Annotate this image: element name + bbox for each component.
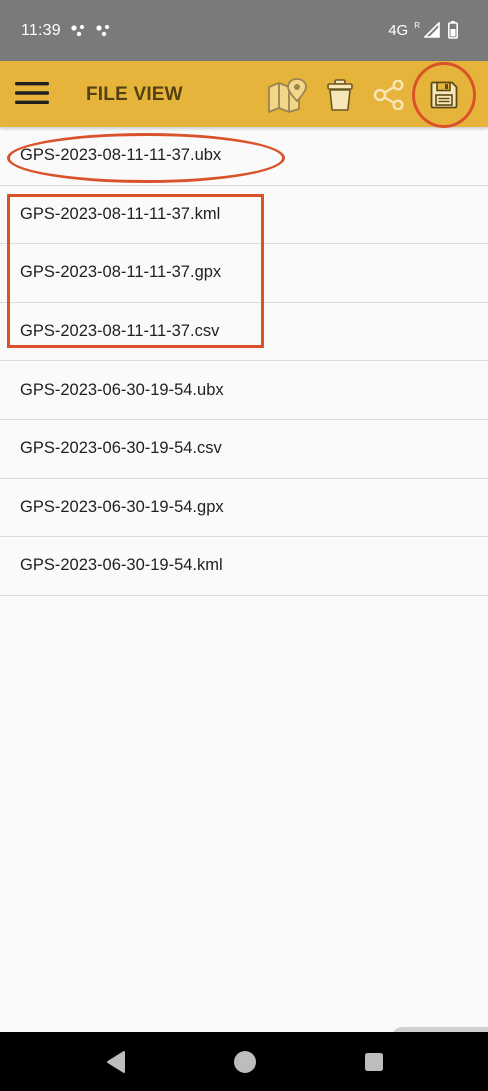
menu-icon[interactable] — [14, 78, 50, 108]
map-pin-icon — [268, 78, 307, 113]
back-icon[interactable] — [103, 1048, 131, 1076]
file-name: GPS-2023-08-11-11-37.csv — [20, 322, 220, 341]
file-name: GPS-2023-06-30-19-54.ubx — [20, 380, 224, 399]
file-name: GPS-2023-06-30-19-54.gpx — [20, 497, 224, 516]
file-name: GPS-2023-06-30-19-54.kml — [20, 556, 223, 575]
trash-icon — [327, 79, 353, 111]
status-time: 11:39 — [21, 22, 61, 39]
map-button[interactable] — [265, 73, 309, 117]
file-row[interactable]: GPS-2023-08-11-11-37.ubx — [0, 127, 488, 186]
file-row[interactable]: GPS-2023-06-30-19-54.kml — [0, 537, 488, 596]
home-icon[interactable] — [231, 1048, 259, 1076]
file-row[interactable]: GPS-2023-06-30-19-54.ubx — [0, 361, 488, 420]
navigation-bar — [0, 1032, 488, 1091]
share-button[interactable] — [367, 73, 411, 117]
network-type: 4G — [388, 21, 409, 39]
file-row[interactable]: GPS-2023-06-30-19-54.gpx — [0, 479, 488, 538]
file-name: GPS-2023-08-11-11-37.gpx — [20, 263, 222, 282]
delete-button[interactable] — [318, 73, 362, 117]
app-bar: FILE VIEW — [0, 61, 488, 127]
file-name: GPS-2023-06-30-19-54.csv — [20, 439, 222, 458]
status-bar: 11:39 4G R — [0, 0, 488, 61]
notification-dots-icon — [71, 25, 84, 37]
file-list: GPS-2023-08-11-11-37.ubx GPS-2023-08-11-… — [0, 127, 488, 596]
file-name: GPS-2023-08-11-11-37.kml — [20, 204, 221, 223]
page-title: FILE VIEW — [86, 84, 183, 105]
share-icon — [373, 80, 404, 110]
roaming-indicator: R — [414, 20, 420, 30]
save-button[interactable] — [422, 73, 466, 117]
file-name: GPS-2023-08-11-11-37.ubx — [20, 146, 222, 165]
save-icon — [430, 81, 458, 109]
signal-icon — [424, 22, 440, 38]
file-row[interactable]: GPS-2023-08-11-11-37.kml — [0, 186, 488, 245]
file-row[interactable]: GPS-2023-08-11-11-37.csv — [0, 303, 488, 362]
file-row[interactable]: GPS-2023-06-30-19-54.csv — [0, 420, 488, 479]
battery-icon — [448, 21, 458, 39]
recents-icon[interactable] — [360, 1048, 388, 1076]
file-row[interactable]: GPS-2023-08-11-11-37.gpx — [0, 244, 488, 303]
notification-dots-icon-2 — [96, 25, 109, 37]
status-indicators: 4G R — [388, 21, 458, 39]
